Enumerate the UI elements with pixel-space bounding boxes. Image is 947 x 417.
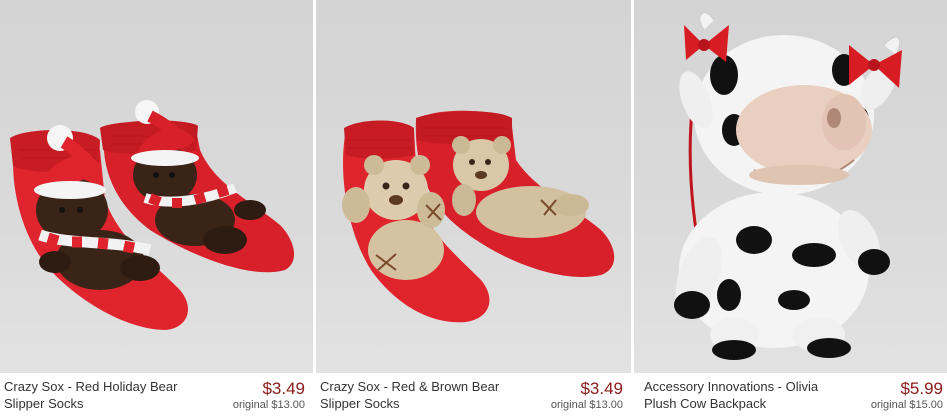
product-card[interactable]: Crazy Sox - Red & Brown Bear Slipper Soc… [316, 0, 631, 417]
product-caption: Crazy Sox - Red & Brown Bear Slipper Soc… [316, 376, 631, 417]
red-brown-bear-slipper-socks-photo [342, 110, 615, 323]
sale-price: $3.49 [580, 379, 623, 398]
sale-price: $3.49 [262, 379, 305, 398]
product-title-line: Plush Cow Backpack [644, 396, 767, 411]
product-caption: Crazy Sox - Red Holiday Bear Slipper Soc… [0, 376, 313, 417]
original-price: original $13.00 [550, 399, 623, 411]
product-caption: Accessory Innovations - Olivia Plush Cow… [634, 376, 947, 417]
product-image[interactable] [316, 0, 631, 373]
product-title-line: Crazy Sox - Red Holiday Bear [4, 379, 178, 394]
product-title-line: Slipper Socks [4, 396, 84, 411]
product-title-line: Crazy Sox - Red & Brown Bear [320, 379, 500, 394]
product-grid: Crazy Sox - Red Holiday Bear Slipper Soc… [0, 0, 947, 417]
product-title[interactable]: Accessory Innovations - Olivia Plush Cow… [644, 378, 834, 412]
plush-cow-backpack-photo [674, 12, 902, 360]
red-holiday-bear-slipper-socks-photo [10, 100, 295, 330]
product-card[interactable]: Accessory Innovations - Olivia Plush Cow… [634, 0, 947, 417]
sale-price: $5.99 [900, 379, 943, 398]
product-image[interactable] [634, 0, 947, 373]
product-card[interactable]: Crazy Sox - Red Holiday Bear Slipper Soc… [0, 0, 313, 417]
product-title[interactable]: Crazy Sox - Red & Brown Bear Slipper Soc… [320, 378, 525, 412]
product-title-line: Slipper Socks [320, 396, 400, 411]
product-image[interactable] [0, 0, 313, 373]
product-title-line: Accessory Innovations - Olivia [644, 379, 819, 394]
original-price: original $13.00 [232, 399, 305, 411]
product-title[interactable]: Crazy Sox - Red Holiday Bear Slipper Soc… [4, 378, 209, 412]
original-price: original $15.00 [870, 399, 943, 411]
